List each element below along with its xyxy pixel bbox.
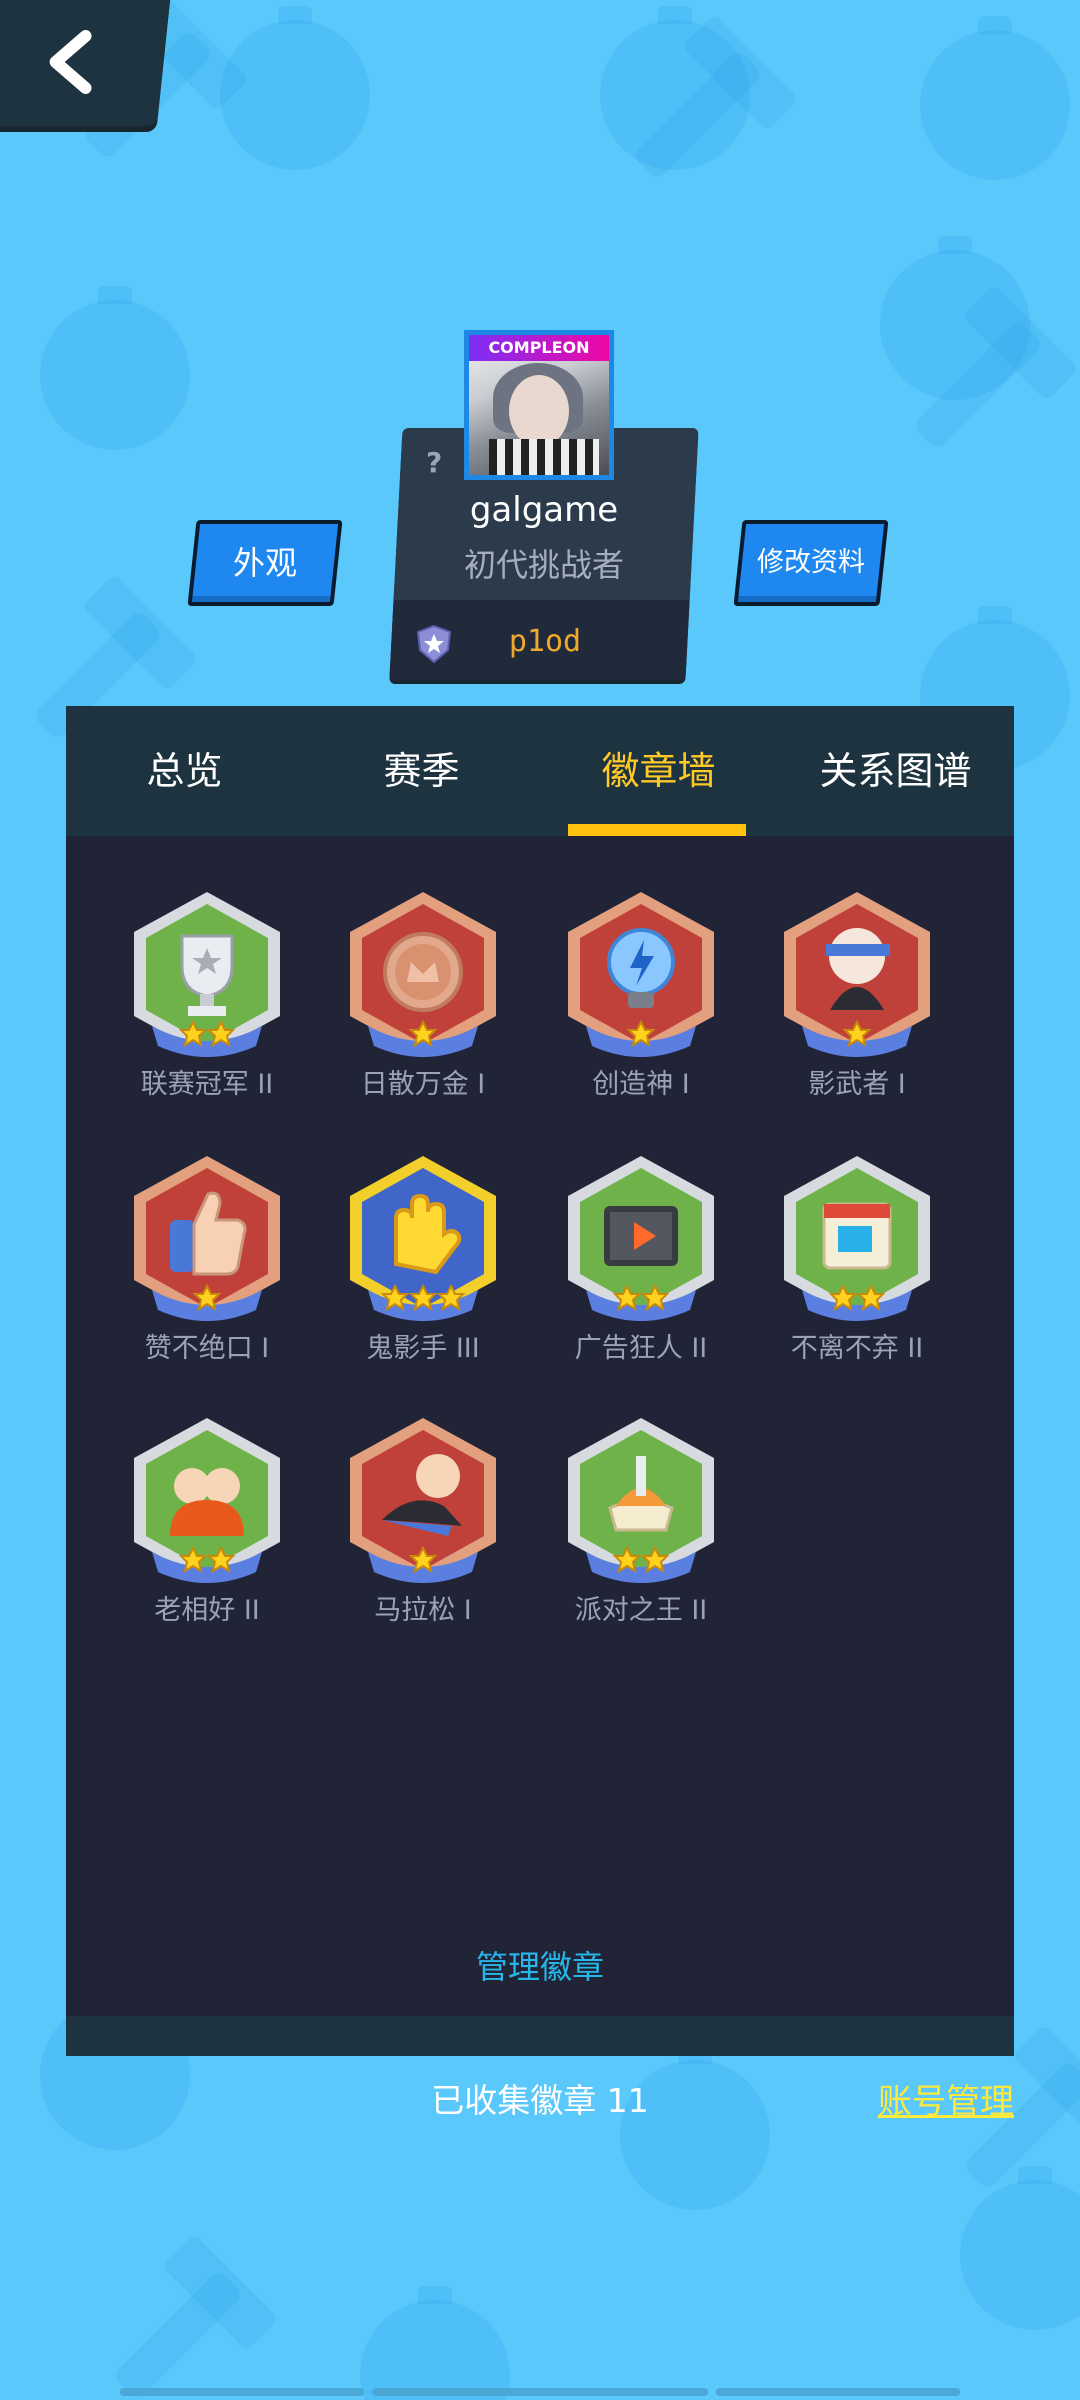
badge-panel: 总览 赛季 徽章墙 关系图谱 联赛冠军 II 日散万金 I 创造神 I 影武者 … — [66, 706, 1014, 2056]
tab-season[interactable]: 赛季 — [303, 706, 540, 836]
badge-name: 创造神 I — [592, 1069, 690, 1100]
player-title: 初代挑战者 — [463, 546, 624, 584]
avatar[interactable]: COMPLEON — [464, 330, 614, 480]
badge-name: 赞不绝口 I — [144, 1333, 270, 1364]
edit-profile-button-label: 修改资料 — [757, 547, 865, 578]
lightbulb-icon — [568, 892, 714, 1057]
appearance-button[interactable]: 外观 — [187, 520, 343, 606]
unknown-mark: ? — [426, 446, 443, 479]
panel-footer — [66, 2016, 1014, 2056]
tab-badge-wall[interactable]: 徽章墙 — [540, 706, 777, 836]
film-play-icon — [568, 1156, 714, 1321]
username: galgame — [469, 490, 619, 530]
badge-item[interactable]: 鬼影手 III — [328, 1146, 518, 1376]
trophy-icon — [134, 892, 280, 1057]
back-button[interactable] — [0, 0, 172, 126]
nav-bar-segment — [372, 2388, 708, 2396]
ninja-icon — [784, 892, 930, 1057]
badge-item[interactable]: 赞不绝口 I — [112, 1146, 302, 1376]
rank-shield-icon — [416, 624, 452, 664]
badge-name: 联赛冠军 II — [140, 1069, 274, 1100]
manage-badges-link[interactable]: 管理徽章 — [66, 1942, 1014, 1988]
party-icon — [568, 1418, 714, 1583]
collected-badges-count: 已收集徽章 11 — [431, 2081, 649, 2120]
badge-name: 日散万金 I — [360, 1069, 486, 1100]
badge-name: 广告狂人 II — [574, 1333, 708, 1364]
badge-item[interactable]: 不离不弃 II — [762, 1146, 952, 1376]
nav-bar-segment — [716, 2388, 960, 2396]
badge-item[interactable]: 影武者 I — [762, 882, 952, 1112]
tab-relationship-graph[interactable]: 关系图谱 — [777, 706, 1014, 836]
badge-item[interactable]: 日散万金 I — [328, 882, 518, 1112]
tab-bar: 总览 赛季 徽章墙 关系图谱 — [66, 706, 1014, 836]
account-management-link[interactable]: 账号管理 — [878, 2074, 1014, 2123]
badge-name: 不离不弃 II — [790, 1333, 924, 1364]
badge-name: 影武者 I — [808, 1069, 906, 1100]
active-tab-indicator — [568, 824, 746, 836]
chevron-left-icon — [49, 30, 92, 94]
badge-item[interactable]: 派对之王 II — [546, 1408, 736, 1638]
rank-label: p1od — [508, 624, 582, 659]
coin-crown-icon — [350, 892, 496, 1057]
calendar-icon — [784, 1156, 930, 1321]
edit-profile-button[interactable]: 修改资料 — [733, 520, 889, 606]
badge-item[interactable]: 老相好 II — [112, 1408, 302, 1638]
golden-hand-icon — [350, 1156, 496, 1321]
nav-bar-segment — [120, 2388, 364, 2396]
badge-item[interactable]: 创造神 I — [546, 882, 736, 1112]
runner-icon — [350, 1418, 496, 1583]
tab-overview[interactable]: 总览 — [66, 706, 303, 836]
badge-name: 马拉松 I — [374, 1595, 472, 1626]
badge-item[interactable]: 广告狂人 II — [546, 1146, 736, 1376]
appearance-button-label: 外观 — [232, 544, 297, 582]
hug-icon — [134, 1418, 280, 1583]
badge-item[interactable]: 马拉松 I — [328, 1408, 518, 1638]
badge-name: 派对之王 II — [574, 1595, 708, 1626]
avatar-banner-text: COMPLEON — [469, 335, 609, 361]
thumbs-up-icon — [134, 1156, 280, 1321]
badge-name: 老相好 II — [154, 1595, 260, 1626]
badge-item[interactable]: 联赛冠军 II — [112, 882, 302, 1112]
badge-name: 鬼影手 III — [366, 1333, 480, 1364]
